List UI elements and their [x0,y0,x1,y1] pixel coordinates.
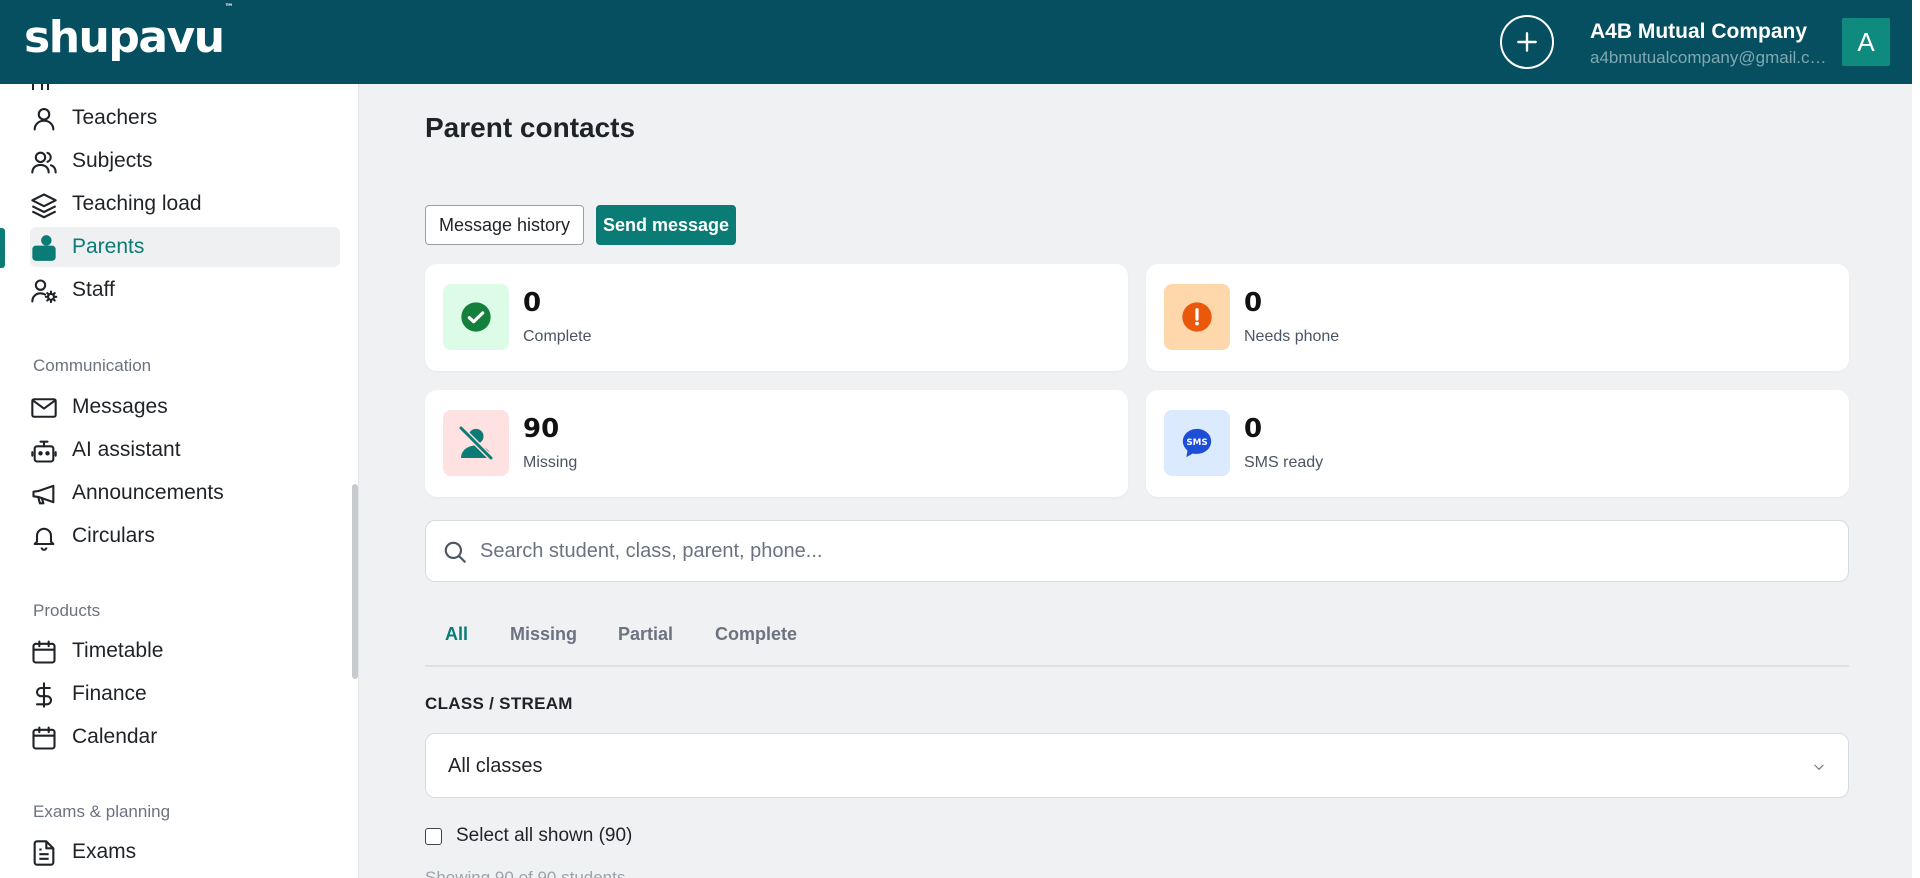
sidebar-item-calendar[interactable]: Calendar [0,717,340,757]
user-icon [33,108,55,131]
select-all-row: Select all shown (90) [425,824,632,848]
sidebar-item-messages[interactable]: Messages [0,387,340,427]
sidebar-item-label: AI assistant [72,438,181,461]
section-products: Products [33,601,101,620]
megaphone-icon [32,484,55,505]
svg-text:SMS: SMS [1186,438,1207,448]
sidebar-item-label: Teaching load [72,192,202,215]
stat-label: Complete [523,328,592,345]
sms-ready-tile: SMS [1164,410,1230,476]
user-off-icon [458,425,494,461]
stat-value: 90 [523,414,560,444]
section-communication: Communication [33,356,152,375]
class-select[interactable]: All classes [425,733,1849,798]
sidebar-item-label: Staff [72,278,115,301]
mail-icon [31,398,57,418]
check-circle-icon [461,302,491,332]
alert-circle-icon [1182,302,1212,332]
search-icon [444,541,466,563]
active-indicator [0,228,5,268]
stat-label: Missing [523,454,578,471]
stat-value: 0 [1244,288,1263,318]
sidebar-item-announcements[interactable]: Announcements [0,473,340,513]
file-text-icon [33,840,55,866]
layers-icon [31,193,57,219]
stat-value: 0 [1244,414,1263,444]
sidebar-item-teaching-load[interactable]: Teaching load [0,184,340,224]
sidebar-item-circulars[interactable]: Circulars [0,516,340,556]
sms-icon: SMS [1182,428,1212,458]
sidebar-item-ai-assistant[interactable]: AI assistant [0,430,340,470]
sidebar-item-label: Finance [72,682,147,705]
students-icon [32,84,49,90]
sidebar-item-exams[interactable]: Exams [0,832,340,872]
logo-trademark: ™ [224,3,234,14]
sidebar-item-label: Calendar [72,725,158,748]
sidebar-item-label: Subjects [72,149,153,172]
tab-all[interactable]: All [445,624,468,645]
user-cog-icon [31,279,58,304]
sidebar-item-parents[interactable]: Parents [30,227,340,267]
stat-card-sms-ready: SMS 0 SMS ready [1146,390,1849,497]
stat-label: Needs phone [1244,328,1340,345]
needs-phone-tile [1164,284,1230,350]
select-all-checkbox[interactable] [425,827,442,845]
sidebar-item-label: Exams [72,840,137,863]
search-input[interactable] [480,533,1820,569]
stat-value: 0 [523,288,542,318]
sidebar-item-staff[interactable]: Staff [0,270,340,310]
bell-icon [33,527,55,551]
send-message-button[interactable]: Send message [596,205,736,245]
sidebar-item-subjects[interactable]: Subjects [0,141,340,181]
select-all-label[interactable]: Select all shown (90) [456,825,632,847]
complete-tile [443,284,509,350]
stat-label: SMS ready [1244,454,1324,471]
sidebar-item-label: Circulars [72,524,155,547]
avatar[interactable]: A [1842,18,1890,66]
tab-partial[interactable]: Partial [618,624,673,645]
sidebar-scrollbar[interactable] [352,484,358,679]
sidebar-item-teachers[interactable]: Teachers [0,98,340,138]
user-email: a4bmutualcompany@gmail.com [1590,48,1830,67]
sidebar-item-label: Teachers [72,106,158,129]
plus-icon [1517,32,1537,52]
window-edge [1912,0,1920,878]
sidebar-item-label: Parents [72,235,145,258]
calendar-icon [32,726,56,750]
stat-card-complete: 0 Complete [425,264,1128,371]
stat-card-needs-phone: 0 Needs phone [1146,264,1849,371]
parents-icon [32,235,56,261]
missing-tile [443,410,509,476]
class-stream-label: CLASS / STREAM [425,694,573,713]
showing-count: Showing 90 of 90 students [425,868,626,878]
sidebar-item-finance[interactable]: Finance [0,674,340,714]
tab-complete[interactable]: Complete [715,624,797,645]
sidebar-item-label: Messages [72,395,168,418]
chevron-down-icon [1814,764,1824,771]
sidebar-item-timetable[interactable]: Timetable [0,631,340,671]
search-box [425,520,1849,582]
logo-text: shupavu [24,12,225,63]
bot-icon [31,440,57,463]
tab-missing[interactable]: Missing [510,624,577,645]
sidebar-item-label: Timetable [72,639,164,662]
top-bar: shupavu™ A4B Mutual Company a4bmutualcom… [0,0,1920,84]
class-select-value: All classes [448,755,543,777]
sidebar: Teachers Subjects Teaching load Parents … [0,84,359,878]
message-history-button[interactable]: Message history [425,205,584,245]
calendar-icon [32,640,56,664]
users-icon [31,151,57,174]
add-button[interactable] [1500,15,1554,69]
dollar-icon [35,682,53,708]
logo[interactable]: shupavu™ [24,3,234,63]
section-exams-planning: Exams & planning [33,802,171,821]
sidebar-item-label: Announcements [72,481,224,504]
filter-tabs: All Missing Partial Complete [425,610,1849,667]
page-title: Parent contacts [425,112,636,143]
user-name: A4B Mutual Company [1590,20,1808,43]
stat-card-missing: 90 Missing [425,390,1128,497]
